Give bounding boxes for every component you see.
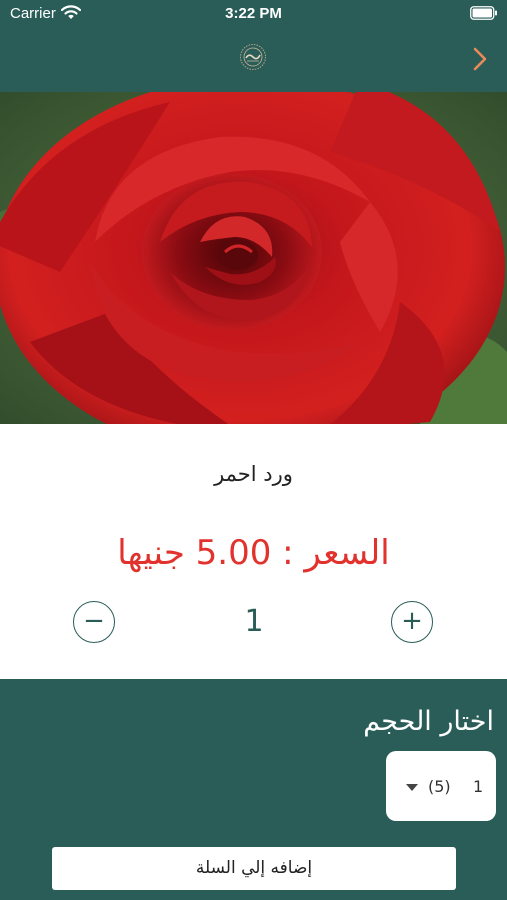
quantity-increase-button[interactable]: + <box>391 601 433 643</box>
plus-icon: + <box>401 606 423 636</box>
battery-icon <box>470 6 497 20</box>
app-header: Carrier 3:22 PM <box>0 0 507 92</box>
chevron-down-icon <box>406 784 418 791</box>
size-option-value: 1 <box>473 777 484 796</box>
chevron-right-icon <box>473 47 487 71</box>
status-time: 3:22 PM <box>225 5 282 22</box>
add-to-cart-button[interactable]: إضافه إلي السلة <box>52 847 456 890</box>
status-bar: Carrier 3:22 PM <box>0 0 507 28</box>
size-label: اختار الحجم <box>363 706 494 737</box>
back-button[interactable] <box>466 44 494 74</box>
size-option-count: (5) <box>428 777 451 796</box>
product-price: السعر : 5.00 جنيها <box>0 533 507 573</box>
product-name: ورد احمر <box>214 462 293 486</box>
product-image <box>0 92 507 424</box>
brand-logo-icon <box>240 44 266 70</box>
price-label: السعر : <box>282 533 390 573</box>
options-panel: اختار الحجم (5) 1 إضافه إلي السلة <box>0 679 507 900</box>
price-value: 5.00 جنيها <box>117 533 272 573</box>
size-select[interactable]: (5) 1 <box>386 751 496 821</box>
quantity-value: 1 <box>244 604 264 639</box>
quantity-decrease-button[interactable]: − <box>73 601 115 643</box>
minus-icon: − <box>83 606 105 636</box>
